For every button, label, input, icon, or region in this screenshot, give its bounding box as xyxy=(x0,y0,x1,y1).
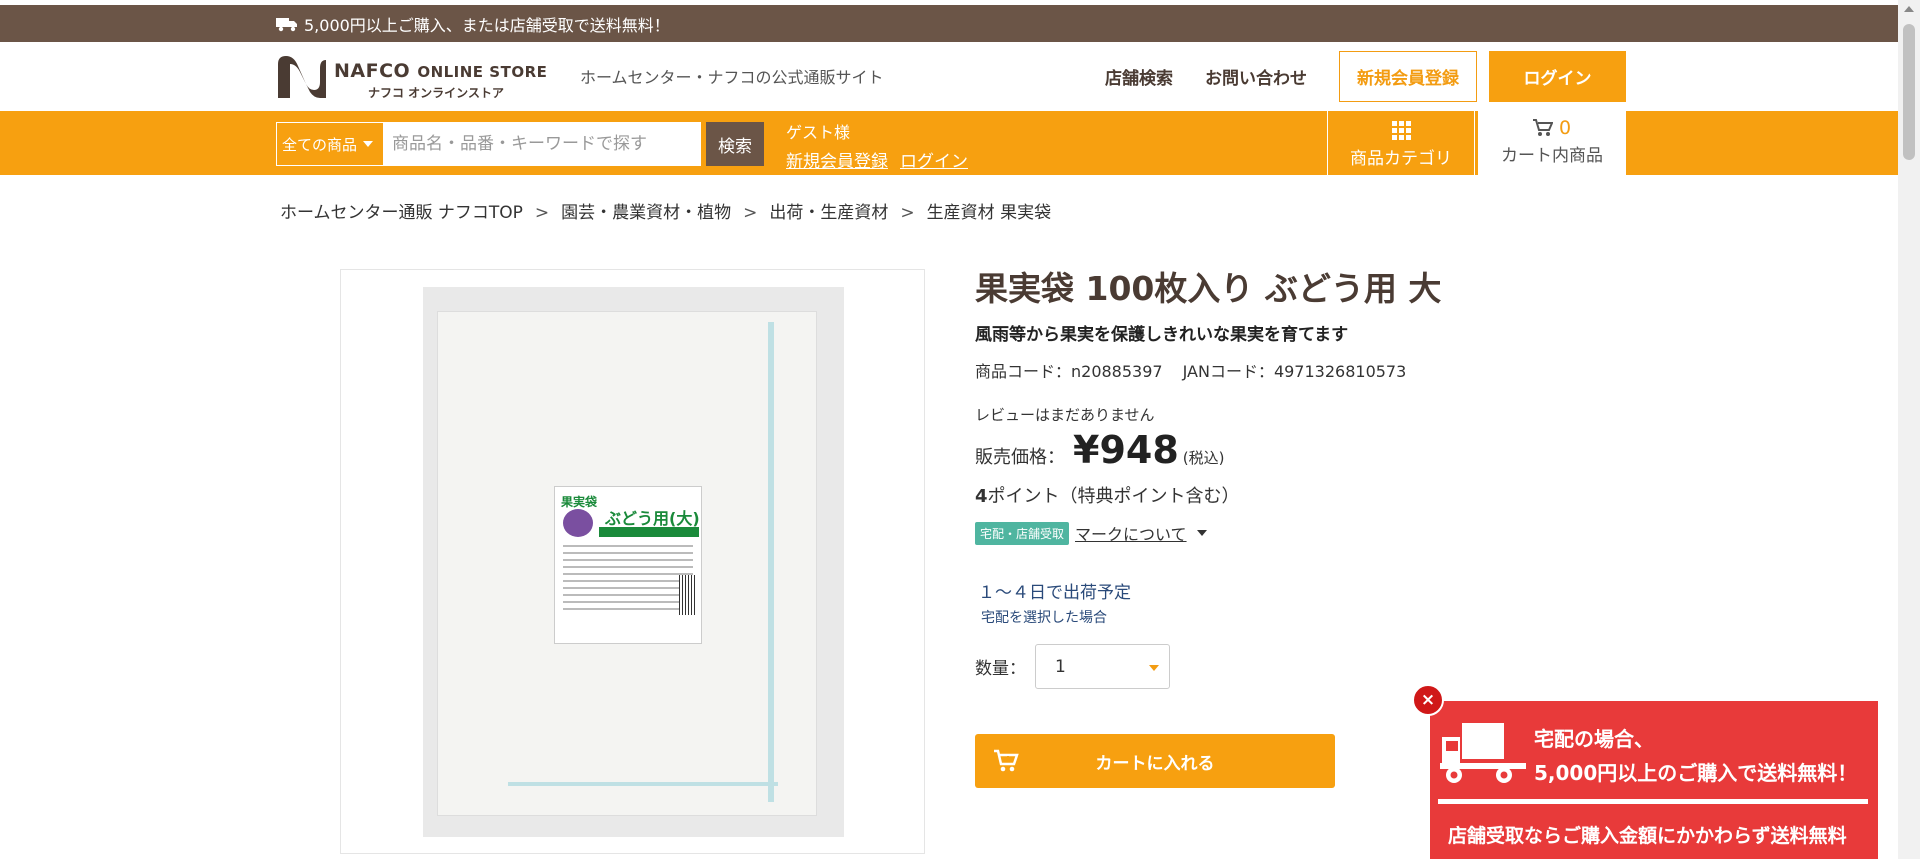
nafco-logo[interactable]: NAFCO ONLINE STORE ナフコ オンラインストア xyxy=(276,54,548,100)
product-subtitle: 風雨等から果実を保護しきれいな果実を育てます xyxy=(975,325,1349,345)
breadcrumb-separator: > xyxy=(743,203,758,223)
search-category-label: 全ての商品 xyxy=(282,135,358,154)
review-status: レビューはまだありません xyxy=(975,406,1155,424)
free-shipping-message: 5,000円以上ご購入、または店舗受取で送料無料！ xyxy=(276,12,670,36)
bag-stripe xyxy=(508,782,778,786)
chevron-down-icon xyxy=(1149,665,1159,671)
delivery-marks: 宅配・店舗受取 マークについて xyxy=(975,521,1207,545)
cart-label: カート内商品 xyxy=(1501,146,1603,166)
search-navbar: 全ての商品 商品名・品番・キーワードで探す 検索 ゲスト様 新規会員登録 ログイン… xyxy=(0,111,1898,175)
guest-register-link[interactable]: 新規会員登録 xyxy=(786,152,888,172)
package-label-name: ぶどう用(大) xyxy=(605,509,700,528)
register-button[interactable]: 新規会員登録 xyxy=(1339,51,1477,102)
fruit-bag-package-image: 果実袋 ぶどう用(大) xyxy=(423,287,844,837)
logo-mark-icon xyxy=(278,56,326,98)
guest-label: ゲスト様 xyxy=(786,123,851,142)
points-info: 4ポイント（特典ポイント含む） xyxy=(975,482,1240,508)
category-label: 商品カテゴリ xyxy=(1350,149,1452,169)
free-shipping-promo[interactable]: 宅配の場合、 5,000円以上のご購入で送料無料！ 店舗受取ならご購入金額にかか… xyxy=(1430,701,1878,859)
promo-divider xyxy=(1438,799,1868,804)
truck-icon xyxy=(276,18,297,32)
grid-icon xyxy=(1391,121,1411,140)
breadcrumb-separator: > xyxy=(900,203,915,223)
points-value: 4 xyxy=(975,486,988,507)
logo-text-jp: ナフコ オンラインストア xyxy=(368,86,504,100)
scroll-thumb[interactable] xyxy=(1903,24,1915,160)
contact-link[interactable]: お問い合わせ xyxy=(1205,64,1307,89)
chevron-down-icon[interactable] xyxy=(1196,530,1207,536)
package-label-title: 果実袋 xyxy=(561,495,598,509)
price-label: 販売価格： xyxy=(975,447,1065,468)
free-shipping-banner: 5,000円以上ご購入、または店舗受取で送料無料！ xyxy=(0,5,1898,42)
search-category-select[interactable]: 全ての商品 xyxy=(276,122,384,166)
store-search-link[interactable]: 店舗検索 xyxy=(1105,64,1173,89)
shipping-estimate: １～４日で出荷予定 xyxy=(978,583,1131,603)
cart-button[interactable]: 0 カート内商品 xyxy=(1478,111,1626,175)
guest-panel: ゲスト様 新規会員登録 ログイン xyxy=(786,119,980,172)
quantity-select[interactable]: 1 xyxy=(1035,644,1170,689)
logo-text-en: NAFCO ONLINE STORE xyxy=(334,60,548,82)
shipping-note: 宅配を選択した場合 xyxy=(981,610,1107,626)
promo-line-1: 宅配の場合、 xyxy=(1534,727,1654,751)
promo-line-2: 5,000円以上のご購入で送料無料！ xyxy=(1534,761,1858,785)
quantity-value: 1 xyxy=(1055,656,1066,677)
breadcrumb: ホームセンター通販 ナフコTOP > 園芸・農業資材・植物 > 出荷・生産資材 > 生産資材… xyxy=(280,198,1051,223)
delivery-badge: 宅配・店舗受取 xyxy=(975,521,1070,545)
product-code: 商品コード：n20885397 xyxy=(975,362,1163,381)
product-title: 果実袋 100枚入り ぶどう用 大 xyxy=(975,269,1442,308)
points-text: ポイント（特典ポイント含む） xyxy=(987,486,1240,507)
chevron-down-icon xyxy=(363,141,374,147)
package-label-text-lines xyxy=(563,545,693,615)
grape-icon xyxy=(563,509,593,537)
product-image[interactable]: 果実袋 ぶどう用(大) xyxy=(340,269,925,854)
promo-line-3: 店舗受取ならご購入金額にかかわらず送料無料 xyxy=(1448,825,1847,847)
add-to-cart-button[interactable]: カートに入れる xyxy=(975,734,1335,788)
product-codes: 商品コード：n20885397 JANコード：4971326810573 xyxy=(975,358,1406,382)
package-label-band xyxy=(599,527,699,537)
tax-note: (税込) xyxy=(1182,449,1225,467)
search-input[interactable]: 商品名・品番・キーワードで探す xyxy=(384,122,701,166)
scroll-up-icon[interactable] xyxy=(1904,6,1914,12)
free-shipping-text: 5,000円以上ご購入、または店舗受取で送料無料！ xyxy=(304,16,670,35)
login-button[interactable]: ログイン xyxy=(1489,51,1626,102)
cart-plus-icon xyxy=(994,749,1019,772)
mark-info-link[interactable]: マークについて xyxy=(1075,521,1187,545)
page-scrollbar[interactable] xyxy=(1898,0,1920,859)
package-label: 果実袋 ぶどう用(大) xyxy=(554,486,702,644)
breadcrumb-item-current[interactable]: 生産資材 果実袋 xyxy=(927,203,1051,223)
site-tagline: ホームセンター・ナフコの公式通販サイト xyxy=(580,68,884,87)
bag-paper: 果実袋 ぶどう用(大) xyxy=(437,311,817,816)
breadcrumb-separator: > xyxy=(534,203,550,223)
category-button[interactable]: 商品カテゴリ xyxy=(1327,111,1475,175)
guest-login-link[interactable]: ログイン xyxy=(900,152,968,172)
site-header: NAFCO ONLINE STORE ナフコ オンラインストア ホームセンター・… xyxy=(0,42,1898,111)
price-row: 販売価格： ¥948 (税込) xyxy=(975,428,1224,472)
price-value: ¥948 xyxy=(1073,428,1179,472)
cart-icon xyxy=(1532,119,1553,136)
cart-count: 0 xyxy=(1558,117,1572,139)
truck-icon xyxy=(1440,723,1526,783)
add-to-cart-label: カートに入れる xyxy=(1095,753,1215,774)
search-button[interactable]: 検索 xyxy=(706,122,764,166)
quantity-label: 数量： xyxy=(975,659,1026,679)
breadcrumb-item[interactable]: 出荷・生産資材 xyxy=(769,203,888,223)
jan-code: JANコード：4971326810573 xyxy=(1182,362,1407,381)
barcode-icon xyxy=(679,575,697,615)
bag-stripe xyxy=(768,322,774,802)
breadcrumb-item[interactable]: ホームセンター通販 ナフコTOP xyxy=(280,203,523,223)
breadcrumb-item[interactable]: 園芸・農業資材・植物 xyxy=(561,203,731,223)
close-icon[interactable]: × xyxy=(1412,684,1444,716)
